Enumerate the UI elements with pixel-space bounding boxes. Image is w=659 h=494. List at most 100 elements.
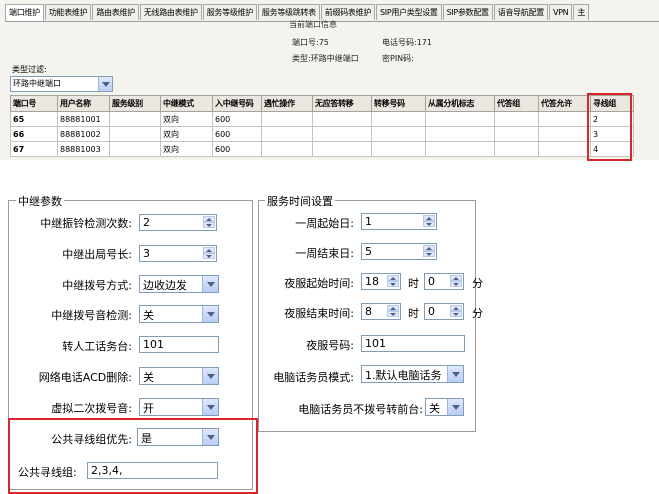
tab-prefix[interactable]: 前缀码表维护	[320, 4, 376, 20]
night-end-min-stepper[interactable]: 0	[424, 303, 464, 320]
spin-down-icon[interactable]	[450, 311, 462, 317]
tab-wireless-route[interactable]: 无线路由表维护	[139, 4, 202, 20]
cell-transfer	[371, 111, 426, 127]
pc-no-dial-select[interactable]: 关	[425, 398, 464, 416]
chevron-down-icon[interactable]	[447, 366, 463, 382]
tab-sip-params[interactable]: SIP参数配置	[442, 4, 493, 20]
night-end-hour-stepper[interactable]: 8	[361, 303, 401, 320]
dial-tone-select[interactable]: 关	[139, 305, 219, 323]
tab-sip-user-type[interactable]: SIP用户类型设置	[376, 4, 442, 20]
acd-label: 网络电话ACD删除:	[38, 371, 132, 384]
ring-count-stepper[interactable]: 2	[139, 214, 217, 231]
pc-operator-mode-value: 1.默认电脑话务	[365, 369, 442, 382]
tab-vpn[interactable]: VPN	[548, 4, 573, 20]
type-filter-select[interactable]: 环路中继端口	[10, 76, 113, 92]
spinner[interactable]	[423, 245, 435, 258]
cell-sub-ext	[425, 141, 495, 157]
tab-main[interactable]: 主	[573, 4, 590, 20]
cell-user: 88881002	[57, 126, 110, 142]
spinner[interactable]	[423, 215, 435, 228]
cell-no-answer	[312, 126, 372, 142]
table-row[interactable]: 65 88881001 双向 600 2	[10, 111, 634, 127]
spin-down-icon[interactable]	[423, 221, 435, 227]
spin-down-icon[interactable]	[423, 251, 435, 257]
dial-tone-label: 中继拨号音检测:	[51, 309, 132, 322]
col-header[interactable]: 服务级别	[109, 95, 161, 112]
spinner[interactable]	[450, 275, 462, 288]
operator-input[interactable]: 101	[139, 336, 219, 353]
tab-route[interactable]: 路由表维护	[92, 4, 139, 20]
spinner[interactable]	[387, 275, 399, 288]
acd-select[interactable]: 关	[139, 367, 219, 385]
chevron-down-icon[interactable]	[202, 276, 218, 292]
minute-unit: 分	[472, 277, 483, 290]
cell-busy-action	[261, 141, 313, 157]
spinner[interactable]	[203, 247, 215, 260]
out-length-stepper[interactable]: 3	[139, 245, 217, 262]
chevron-down-icon[interactable]	[98, 77, 112, 91]
cell-busy-action	[261, 126, 313, 142]
spin-down-icon[interactable]	[203, 253, 215, 259]
night-start-min-value: 0	[428, 275, 435, 288]
tab-voice-nav[interactable]: 语音导航配置	[493, 4, 548, 20]
col-header[interactable]: 转移号码	[371, 95, 426, 112]
night-number-input[interactable]: 101	[361, 335, 465, 352]
dial-mode-label: 中继拨号方式:	[62, 279, 132, 292]
cell-no-answer	[312, 111, 372, 127]
spin-down-icon[interactable]	[450, 281, 462, 287]
tab-service-level[interactable]: 服务等级维护	[202, 4, 257, 20]
cell-no-answer	[312, 141, 372, 157]
tab-function[interactable]: 功能表维护	[44, 4, 92, 20]
cell-pickup-group	[494, 126, 539, 142]
chevron-down-icon[interactable]	[202, 306, 218, 322]
spinner[interactable]	[387, 305, 399, 318]
cell-pickup-group	[494, 141, 539, 157]
virtual-tone-select[interactable]: 开	[139, 398, 219, 416]
spin-down-icon[interactable]	[387, 281, 399, 287]
table-row[interactable]: 67 88881003 双向 600 4	[10, 141, 634, 157]
dial-mode-select[interactable]: 边收边发	[139, 275, 219, 293]
col-header[interactable]: 端口号	[10, 95, 58, 112]
chevron-down-icon[interactable]	[202, 368, 218, 384]
week-start-stepper[interactable]: 1	[361, 213, 437, 230]
week-end-stepper[interactable]: 5	[361, 243, 437, 260]
week-start-value: 1	[365, 215, 372, 228]
hunt-priority-value: 是	[141, 432, 152, 445]
col-header[interactable]: 中继模式	[160, 95, 213, 112]
cell-trunk-mode: 双向	[160, 141, 213, 157]
night-start-hour-stepper[interactable]: 18	[361, 273, 401, 290]
spin-down-icon[interactable]	[387, 311, 399, 317]
spinner[interactable]	[450, 305, 462, 318]
chevron-down-icon[interactable]	[202, 399, 218, 415]
cell-pickup-allow	[538, 111, 591, 127]
tab-port[interactable]: 端口维护	[5, 4, 44, 21]
cell-trunk-mode: 双向	[160, 111, 213, 127]
col-header[interactable]: 遇忙操作	[261, 95, 313, 112]
spin-down-icon[interactable]	[203, 222, 215, 228]
col-header[interactable]: 无应答转移	[312, 95, 372, 112]
col-header[interactable]: 用户名称	[57, 95, 110, 112]
col-header[interactable]: 入中继号码	[212, 95, 262, 112]
col-header[interactable]: 代答组	[494, 95, 539, 112]
pc-operator-mode-label: 电脑话务员模式:	[273, 371, 354, 384]
pc-no-dial-label: 电脑话务员不拨号转前台:	[298, 403, 423, 416]
night-end-hour-value: 8	[365, 305, 372, 318]
night-start-min-stepper[interactable]: 0	[424, 273, 464, 290]
chevron-down-icon[interactable]	[202, 429, 218, 445]
pc-operator-mode-select[interactable]: 1.默认电脑话务	[361, 365, 464, 383]
col-header[interactable]: 从属分机标志	[425, 95, 495, 112]
spinner[interactable]	[203, 216, 215, 229]
chevron-down-icon[interactable]	[447, 399, 463, 415]
hour-unit: 时	[408, 277, 419, 290]
hunt-priority-select[interactable]: 是	[137, 428, 219, 446]
night-end-label: 夜服结束时间:	[284, 307, 354, 320]
cell-port: 65	[10, 111, 58, 127]
cell-user: 88881003	[57, 141, 110, 157]
cell-pickup-allow	[538, 141, 591, 157]
col-header[interactable]: 代答允许	[538, 95, 591, 112]
minute-unit: 分	[472, 307, 483, 320]
hunt-group-input[interactable]: 2,3,4,	[87, 462, 218, 479]
table-row[interactable]: 66 88881002 双向 600 3	[10, 126, 634, 142]
port-type-label: 类型:环路中继端口	[292, 54, 359, 63]
tab-service-jump[interactable]: 服务等级跳转表	[257, 4, 320, 20]
